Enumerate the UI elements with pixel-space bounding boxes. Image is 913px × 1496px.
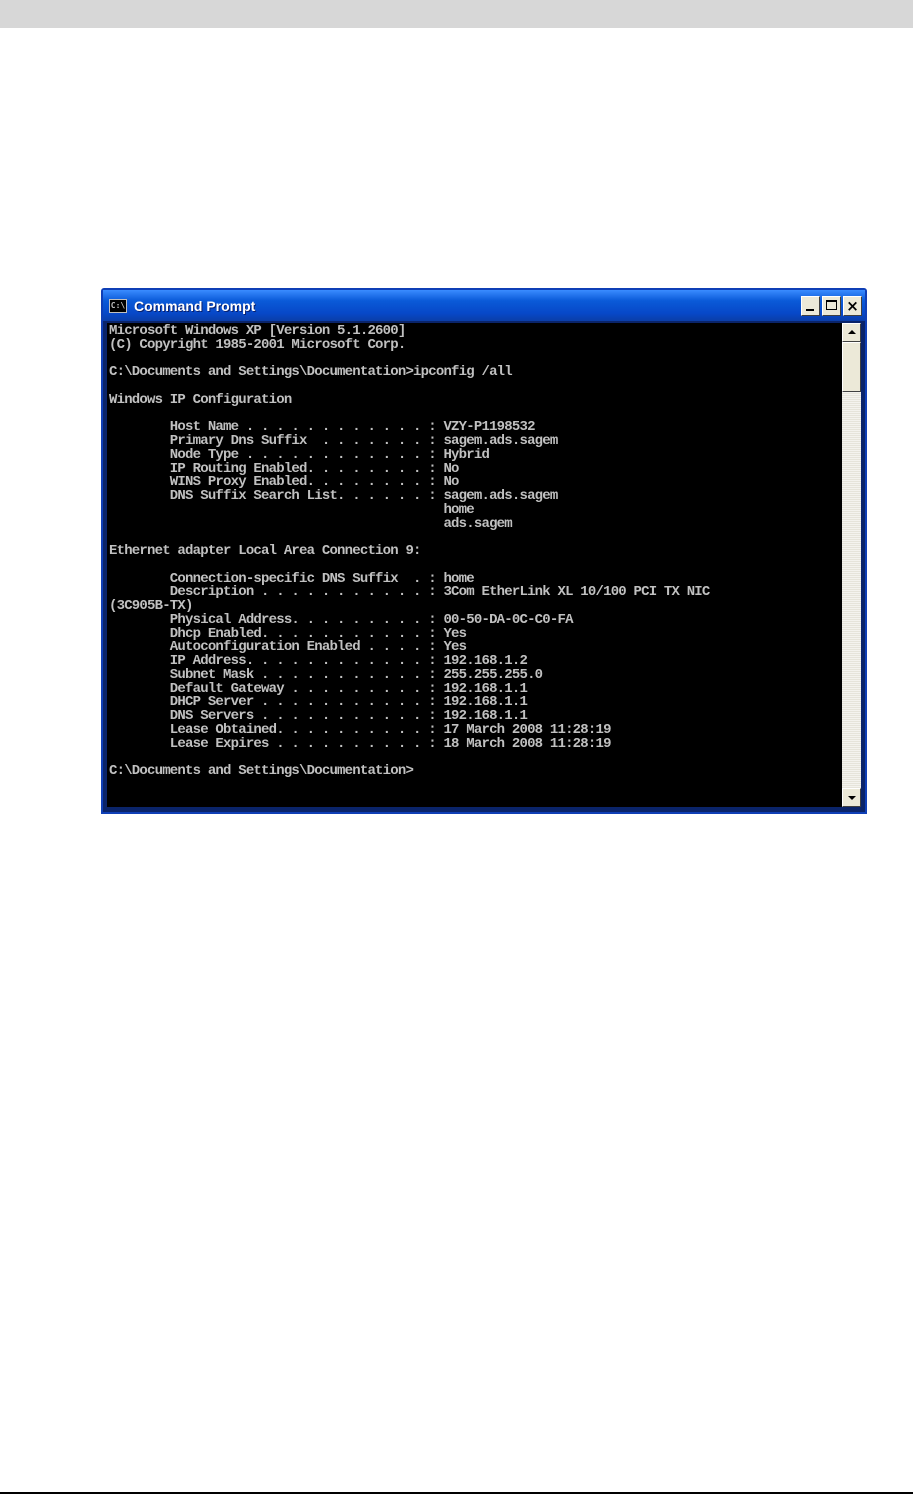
cmd-icon[interactable]: C:\ [109,298,127,313]
title-bar[interactable]: C:\ Command Prompt × [103,290,865,321]
window-title: Command Prompt [134,297,256,314]
page-footer-rule [0,1492,913,1494]
maximize-button[interactable] [822,295,841,316]
scroll-down-arrow-icon [848,796,856,800]
console-text: Microsoft Windows XP [Version 5.1.2600] … [109,323,710,779]
close-icon: × [846,296,859,315]
command-prompt-window[interactable]: C:\ Command Prompt × Microsoft Windows X… [101,288,867,814]
scroll-down-button[interactable] [842,788,861,807]
close-button[interactable]: × [843,295,862,316]
minimize-icon [806,308,814,311]
console-output[interactable]: Microsoft Windows XP [Version 5.1.2600] … [107,323,842,807]
scroll-thumb[interactable] [842,342,861,392]
vertical-scrollbar[interactable] [842,323,861,807]
scroll-up-arrow-icon [848,330,856,334]
page-header-band [0,0,913,28]
maximize-icon [826,299,837,310]
minimize-button[interactable] [801,295,820,316]
scroll-up-button[interactable] [842,323,861,342]
window-controls: × [801,295,862,316]
